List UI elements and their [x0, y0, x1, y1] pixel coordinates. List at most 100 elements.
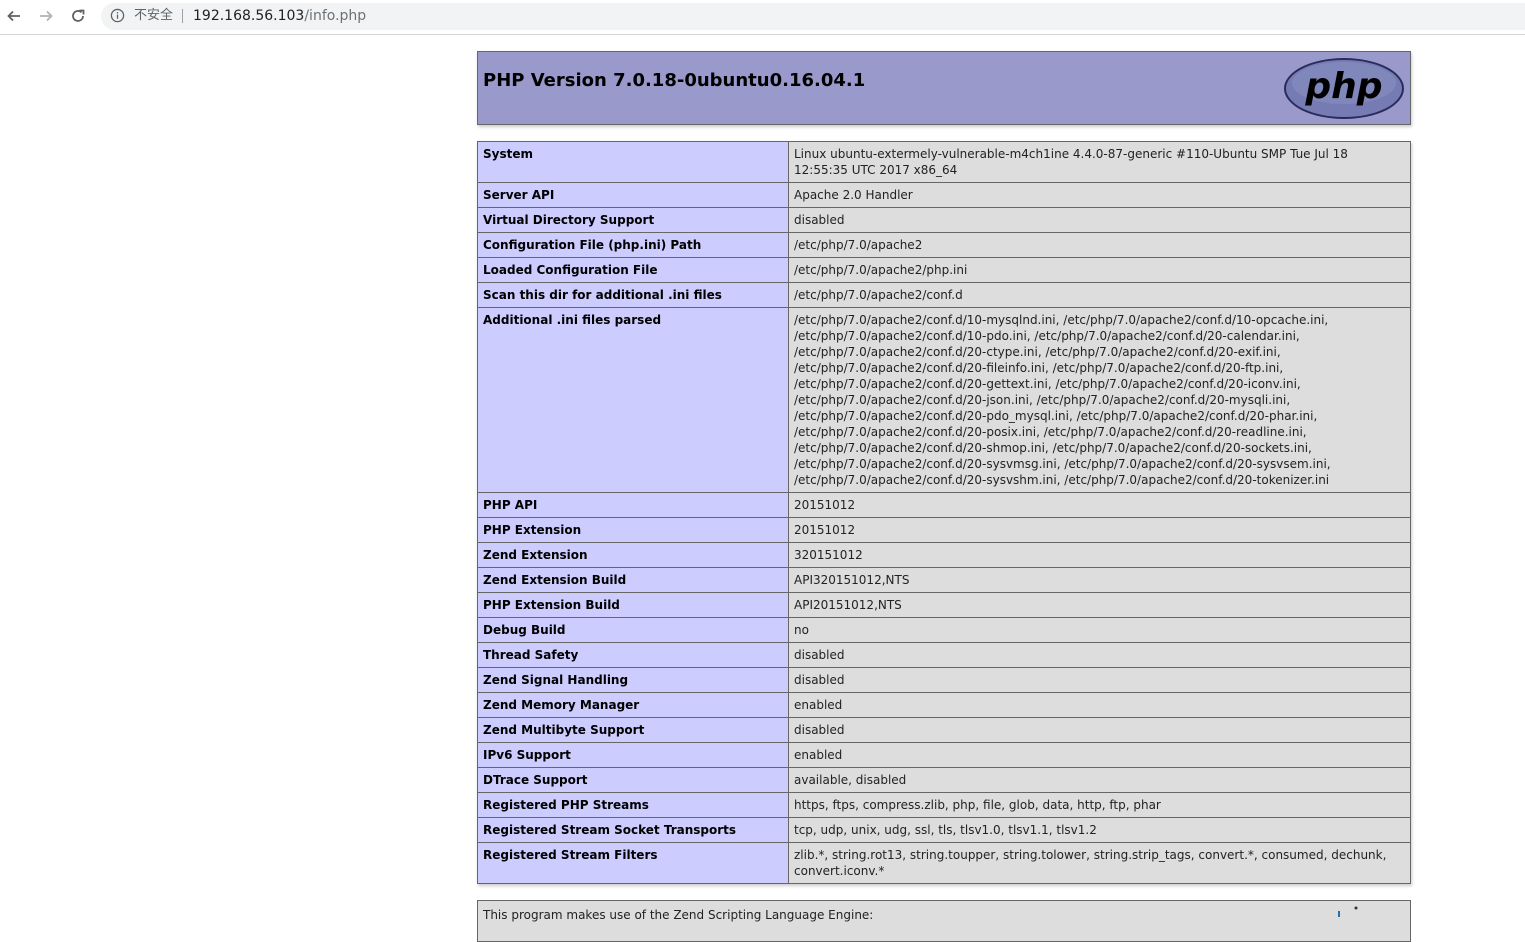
table-row: PHP Extension 20151012: [477, 517, 1411, 543]
phpinfo-container: PHP Version 7.0.18-0ubuntu0.16.04.1 php …: [477, 51, 1411, 884]
table-row: IPv6 Support enabled: [477, 742, 1411, 768]
row-value: zlib.*, string.rot13, string.toupper, st…: [788, 842, 1411, 884]
zend-footer: This program makes use of the Zend Scrip…: [477, 900, 1411, 942]
table-row: Zend Memory Manager enabled: [477, 692, 1411, 718]
footer-text: This program makes use of the Zend Scrip…: [483, 908, 874, 922]
table-row: Loaded Configuration File/etc/php/7.0/ap…: [477, 257, 1411, 283]
row-value: enabled: [788, 692, 1411, 718]
table-row: Additional .ini files parsed/etc/php/7.0…: [477, 307, 1411, 493]
row-key: Scan this dir for additional .ini files: [477, 282, 789, 308]
ini-file-line: /etc/php/7.0/apache2/conf.d/20-sysvmsg.i…: [794, 457, 1331, 471]
table-row: Zend Extension Build API320151012,NTS: [477, 567, 1411, 593]
row-key: System: [477, 141, 789, 183]
row-value: https, ftps, compress.zlib, php, file, g…: [788, 792, 1411, 818]
ini-file-line: /etc/php/7.0/apache2/conf.d/20-json.ini,…: [794, 393, 1291, 407]
table-row: Registered Stream Socket Transports tcp, …: [477, 817, 1411, 843]
row-key: Thread Safety: [477, 642, 789, 668]
row-value: 320151012: [788, 542, 1411, 568]
table-row: Server API Apache 2.0 Handler: [477, 182, 1411, 208]
ini-file-line: /etc/php/7.0/apache2/conf.d/10-pdo.ini, …: [794, 329, 1300, 343]
address-divider: [182, 9, 183, 23]
table-row: Thread Safety disabled: [477, 642, 1411, 668]
reload-icon: [72, 9, 85, 22]
row-key: PHP Extension Build: [477, 592, 789, 618]
browser-toolbar: 不安全 192.168.56.103/info.php: [0, 0, 1525, 35]
table-row: DTrace Support available, disabled: [477, 767, 1411, 793]
table-row: Zend Extension 320151012: [477, 542, 1411, 568]
table-row: Scan this dir for additional .ini files /…: [477, 282, 1411, 308]
table-row: Debug Build no: [477, 617, 1411, 643]
row-value: available, disabled: [788, 767, 1411, 793]
row-value: disabled: [788, 667, 1411, 693]
table-row: Registered Stream Filters zlib.*, string.…: [477, 842, 1411, 884]
ini-file-line: /etc/php/7.0/apache2/conf.d/20-pdo_mysql…: [794, 409, 1318, 423]
row-key: Zend Memory Manager: [477, 692, 789, 718]
php-logo[interactable]: php: [1283, 57, 1405, 120]
row-value: tcp, udp, unix, udg, ssl, tls, tlsv1.0, …: [788, 817, 1411, 843]
ini-file-line: /etc/php/7.0/apache2/conf.d/20-ctype.ini…: [794, 345, 1281, 359]
ini-file-line: /etc/php/7.0/apache2/conf.d/20-fileinfo.…: [794, 361, 1284, 375]
row-key: Debug Build: [477, 617, 789, 643]
security-label: 不安全: [134, 8, 174, 23]
row-key: Registered Stream Socket Transports: [477, 817, 789, 843]
table-row: Registered PHP Streams https, ftps, compr…: [477, 792, 1411, 818]
row-key: Loaded Configuration File: [477, 257, 789, 283]
row-value: disabled: [788, 207, 1411, 233]
row-value: disabled: [788, 717, 1411, 743]
ini-file-line: /etc/php/7.0/apache2/conf.d/10-mysqlnd.i…: [794, 313, 1329, 327]
ini-file-line: /etc/php/7.0/apache2/conf.d/20-gettext.i…: [794, 377, 1301, 391]
url-text[interactable]: 192.168.56.103/info.php: [193, 8, 366, 24]
row-key: IPv6 Support: [477, 742, 789, 768]
row-key: PHP Extension: [477, 517, 789, 543]
row-key: Zend Multibyte Support: [477, 717, 789, 743]
ini-file-line: /etc/php/7.0/apache2/conf.d/20-posix.ini…: [794, 425, 1307, 439]
row-key: Additional .ini files parsed: [477, 307, 789, 493]
row-value: API320151012,NTS: [788, 567, 1411, 593]
table-row: PHP API 20151012: [477, 492, 1411, 518]
forward-arrow-icon: [40, 10, 53, 22]
row-key: Zend Signal Handling: [477, 667, 789, 693]
table-row: Zend Signal Handling disabled: [477, 667, 1411, 693]
table-row: Virtual Directory Support disabled: [477, 207, 1411, 233]
row-key: Virtual Directory Support: [477, 207, 789, 233]
address-bar[interactable]: 不安全 192.168.56.103/info.php: [101, 3, 1525, 30]
row-key: Registered PHP Streams: [477, 792, 789, 818]
row-value: disabled: [788, 642, 1411, 668]
row-value: enabled: [788, 742, 1411, 768]
php-version-header: PHP Version 7.0.18-0ubuntu0.16.04.1 php: [477, 51, 1411, 125]
info-icon[interactable]: [110, 8, 125, 23]
page-title: PHP Version 7.0.18-0ubuntu0.16.04.1: [483, 70, 866, 91]
row-key: Server API: [477, 182, 789, 208]
php-logo-text: php: [1304, 66, 1382, 107]
back-button[interactable]: [3, 5, 25, 27]
table-row: System Linux ubuntu-extermely-vulnerable-…: [477, 141, 1411, 183]
forward-button[interactable]: [35, 5, 57, 27]
row-value: 20151012: [788, 492, 1411, 518]
url-host: 192.168.56.103: [193, 8, 305, 24]
row-key: DTrace Support: [477, 767, 789, 793]
table-row: Configuration File (php.ini) Path/etc/ph…: [477, 232, 1411, 258]
table-row: Zend Multibyte Support disabled: [477, 717, 1411, 743]
row-key: Zend Extension Build: [477, 567, 789, 593]
row-key: Zend Extension: [477, 542, 789, 568]
url-path: /info.php: [304, 8, 367, 24]
back-arrow-icon: [7, 10, 20, 22]
row-value: /etc/php/7.0/apache2/php.ini: [788, 257, 1411, 283]
ini-file-line: /etc/php/7.0/apache2/conf.d/20-sysvshm.i…: [794, 473, 1330, 487]
row-value: /etc/php/7.0/apache2/conf.d/10-mysqlnd.i…: [788, 307, 1411, 493]
row-value: 20151012: [788, 517, 1411, 543]
row-value: /etc/php/7.0/apache2: [788, 232, 1411, 258]
row-value: API20151012,NTS: [788, 592, 1411, 618]
row-key: PHP API: [477, 492, 789, 518]
row-value: no: [788, 617, 1411, 643]
info-table: System Linux ubuntu-extermely-vulnerable-…: [477, 141, 1411, 884]
row-value: Linux ubuntu-extermely-vulnerable-m4ch1i…: [788, 141, 1411, 183]
row-key: Configuration File (php.ini) Path: [477, 232, 789, 258]
reload-button[interactable]: [67, 5, 89, 27]
table-row: PHP Extension Build API20151012,NTS: [477, 592, 1411, 618]
row-value: Apache 2.0 Handler: [788, 182, 1411, 208]
ini-file-line: /etc/php/7.0/apache2/conf.d/20-shmop.ini…: [794, 441, 1312, 455]
row-value: /etc/php/7.0/apache2/conf.d: [788, 282, 1411, 308]
zend-logo: [1338, 906, 1358, 917]
row-key: Registered Stream Filters: [477, 842, 789, 884]
